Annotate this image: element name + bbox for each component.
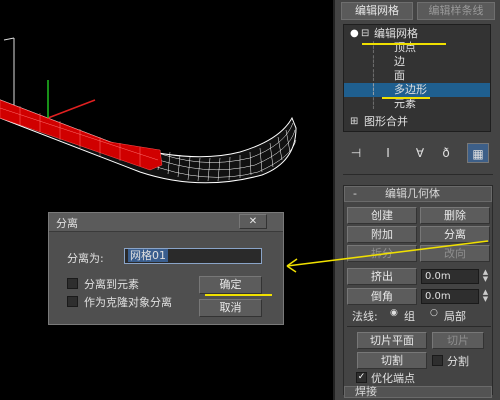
spinner-arrows-icon[interactable]: ▲ ▼: [481, 289, 490, 304]
pin-stack-icon[interactable]: ⊣: [345, 143, 367, 163]
stack-item-label: 面: [394, 69, 405, 82]
expand-icon[interactable]: ⊞: [350, 115, 358, 129]
radio-local-icon[interactable]: ○: [430, 308, 438, 318]
edit-spline-tab-button[interactable]: 编辑样条线: [417, 2, 495, 20]
spinner-arrows-icon[interactable]: ▲ ▼: [481, 269, 490, 284]
split-checkbox-label: 分割: [447, 355, 469, 368]
edit-geometry-rollout: - 编辑几何体 创建 删除 附加 分离 拆分 改向 挤出 0.0m ▲ ▼ 倒角 …: [343, 185, 493, 398]
modifier-stack[interactable]: ● ⊟ 编辑网格 ┆ 顶点 ┆ 边 ┆ 面 ┆ 多边形 ┆ 元素 ⊞ 图形合并: [343, 24, 491, 132]
edit-geometry-header[interactable]: - 编辑几何体: [344, 186, 492, 202]
lightbulb-icon[interactable]: ●: [350, 27, 359, 41]
turn-button[interactable]: 改向: [420, 245, 490, 262]
chamfer-button[interactable]: 倒角: [347, 288, 417, 305]
viewport[interactable]: 分离 ✕ 分离为: 网格01 分离到元素 作为克隆对象分离 确定 取消: [0, 0, 333, 400]
radio-local-label: 局部: [444, 310, 466, 323]
slice-button[interactable]: 切片: [432, 332, 484, 349]
cancel-button[interactable]: 取消: [199, 299, 262, 317]
show-end-result-icon[interactable]: I: [377, 143, 399, 163]
radio-group-icon[interactable]: ◉: [390, 308, 398, 318]
detach-as-label: 分离为:: [67, 252, 104, 265]
split-button[interactable]: 拆分: [347, 245, 417, 262]
detach-to-element-label: 分离到元素: [84, 278, 139, 291]
detach-button[interactable]: 分离: [420, 226, 490, 243]
stack-item-label: 编辑网格: [374, 27, 418, 40]
stack-item-label: 多边形: [394, 83, 427, 96]
stack-item-label: 边: [394, 55, 405, 68]
extrude-button[interactable]: 挤出: [347, 268, 417, 285]
dialog-close-button[interactable]: ✕: [239, 214, 267, 229]
weld-rollout-title: 焊接: [355, 385, 377, 398]
split-checkbox[interactable]: [432, 355, 443, 366]
collapse-icon[interactable]: ⊟: [361, 27, 369, 41]
detach-name-field[interactable]: 网格01: [124, 248, 262, 264]
weld-rollout-header[interactable]: 焊接: [344, 385, 492, 398]
slice-plane-button[interactable]: 切片平面: [357, 332, 427, 349]
chamfer-amount-field[interactable]: 0.0m: [421, 289, 479, 304]
delete-button[interactable]: 删除: [420, 207, 490, 224]
close-icon: ✕: [248, 216, 258, 227]
stack-item-vertex[interactable]: ┆ 顶点: [344, 41, 490, 55]
mesh-wireframe: [0, 99, 297, 184]
detach-as-clone-label: 作为克隆对象分离: [84, 296, 172, 309]
stack-item-face[interactable]: ┆ 面: [344, 69, 490, 83]
attach-button[interactable]: 附加: [347, 226, 417, 243]
stack-item-edit-mesh[interactable]: ● ⊟ 编辑网格: [344, 27, 490, 41]
stack-toolbar: ⊣ I ∀ ð ▦: [343, 143, 493, 163]
stack-item-label: 图形合并: [364, 115, 408, 128]
stack-item-edge[interactable]: ┆ 边: [344, 55, 490, 69]
remove-modifier-icon[interactable]: ð: [435, 143, 457, 163]
detach-as-clone-checkbox[interactable]: [67, 296, 78, 307]
collapse-rollout-icon: -: [353, 187, 357, 200]
radio-group-label: 组: [404, 310, 415, 323]
axis-gizmo: [3, 37, 15, 105]
make-unique-icon[interactable]: ∀: [409, 143, 431, 163]
selected-polygons: [0, 99, 163, 171]
stack-item-label: 顶点: [394, 41, 416, 54]
rollout-title: 编辑几何体: [385, 187, 440, 200]
stack-item-polygon[interactable]: ┆ 多边形: [344, 83, 490, 97]
selection-axes: [47, 80, 96, 119]
detach-to-element-checkbox[interactable]: [67, 278, 78, 289]
stack-item-shape-merge[interactable]: ⊞ 图形合并: [344, 115, 490, 129]
dialog-title-bar: 分离 ✕: [49, 213, 283, 232]
command-panel: 编辑网格 编辑样条线 ● ⊟ 编辑网格 ┆ 顶点 ┆ 边 ┆ 面 ┆ 多边形 ┆…: [333, 0, 500, 400]
stack-item-label: 元素: [394, 97, 416, 110]
extrude-amount-field[interactable]: 0.0m: [421, 269, 479, 284]
mesh-viewport-graphic: [0, 37, 297, 184]
dialog-title: 分离: [56, 217, 78, 230]
cut-button[interactable]: 切割: [357, 352, 427, 369]
create-button[interactable]: 创建: [347, 207, 417, 224]
detach-name-value: 网格01: [128, 249, 168, 262]
ok-button[interactable]: 确定: [199, 276, 262, 294]
edit-mesh-tab-button[interactable]: 编辑网格: [341, 2, 413, 20]
detach-dialog: 分离 ✕ 分离为: 网格01 分离到元素 作为克隆对象分离 确定 取消: [48, 212, 284, 325]
refine-ends-checkbox[interactable]: ✓: [356, 372, 367, 383]
configure-modifier-sets-icon[interactable]: ▦: [467, 143, 489, 163]
stack-item-element[interactable]: ┆ 元素: [344, 97, 490, 111]
refine-ends-label: 优化端点: [371, 372, 415, 385]
normal-label: 法线:: [352, 310, 378, 323]
